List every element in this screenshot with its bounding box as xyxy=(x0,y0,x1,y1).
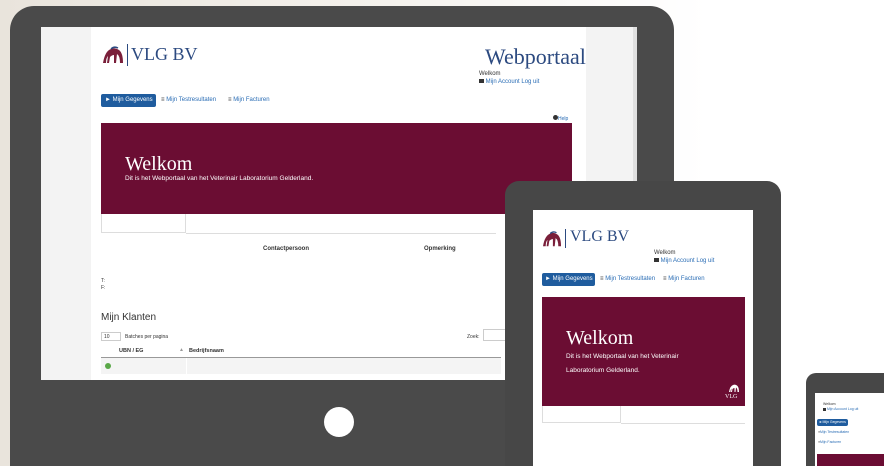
table-row xyxy=(101,358,501,374)
brand-name: VLG BV xyxy=(570,228,630,245)
hero-logo-mark: VLG xyxy=(725,383,743,403)
nav-label: Mijn Facturen xyxy=(233,97,270,103)
list-icon: ≡ xyxy=(600,276,604,282)
hero-text: Dit is het Webportaal van het Veterinair… xyxy=(125,175,314,182)
table-header xyxy=(101,345,501,358)
per-page-label: Batches per pagina xyxy=(125,334,169,340)
logout-link[interactable]: Log uit xyxy=(848,407,859,411)
expand-row-icon[interactable] xyxy=(105,363,111,369)
tag-icon: ► xyxy=(545,276,551,282)
hero-text-line2: Laboratorium Gelderland. xyxy=(566,367,640,374)
home-button[interactable] xyxy=(324,407,354,437)
nav-mijn-gegevens[interactable]: ► Mijn Gegevens xyxy=(101,94,156,107)
nav-mijn-facturen[interactable]: ≡ Mijn Facturen xyxy=(228,97,270,103)
sort-icon[interactable]: ▲ xyxy=(179,347,184,353)
hero-title: Welkom xyxy=(566,327,634,349)
welcome-hero: Welkom Dit is het Webportaal van het Vet… xyxy=(542,297,745,406)
invoice-icon: ≡ xyxy=(663,276,667,282)
nav-mijn-testresultaten[interactable]: ≡Mijn Testresultaten xyxy=(818,430,849,434)
brand-name: VLG BV xyxy=(131,44,198,64)
phone-label: T: xyxy=(101,278,105,284)
klanten-title: Mijn Klanten xyxy=(101,312,157,323)
row-cell-divider xyxy=(186,358,187,374)
welcome-hero: Welkom Dit is het Webportaal van het Vet… xyxy=(101,123,572,214)
welcome-hero xyxy=(817,454,884,466)
logout-link[interactable]: Log uit xyxy=(696,258,714,264)
tag-icon: ► xyxy=(105,97,111,103)
welcome-text: Welkom xyxy=(823,402,836,406)
user-icon xyxy=(479,79,484,84)
invoice-icon: ≡ xyxy=(228,97,232,103)
my-account-link[interactable]: Mijn Account xyxy=(486,79,520,85)
welcome-text: Welkom xyxy=(479,71,501,77)
nav-mijn-testresultaten[interactable]: ≡ Mijn Testresultaten xyxy=(161,97,216,103)
list-icon: ≡ xyxy=(161,97,165,103)
nav-mijn-facturen[interactable]: ≡ Mijn Facturen xyxy=(663,276,705,282)
nav-label: Mijn Facturen xyxy=(668,276,705,282)
welcome-text: Welkom xyxy=(654,250,676,256)
account-links: Mijn Account Log uit xyxy=(823,407,858,411)
col-bedrijfsnaam[interactable]: Bedrijfsnaam xyxy=(189,348,224,354)
hero-title: Welkom xyxy=(125,153,193,175)
nav-label: Mijn Facturen xyxy=(820,440,842,444)
tablet-device-screen: VLG BV Welkom Mijn Account Log uit ► Mij… xyxy=(533,210,753,466)
phone-device-screen: Welkom Mijn Account Log uit ►Mijn Gegeve… xyxy=(815,393,884,466)
page-size-select[interactable]: 10 xyxy=(101,332,121,341)
contact-box xyxy=(101,214,186,233)
nav-mijn-gegevens[interactable]: ► Mijn Gegevens xyxy=(542,273,595,286)
vlg-horse-mark-icon xyxy=(729,384,739,392)
page-title: Webportaal xyxy=(485,44,586,69)
my-account-link[interactable]: Mijn Account xyxy=(827,407,847,411)
vlg-horse-logo-icon xyxy=(543,231,561,247)
user-icon xyxy=(654,258,659,263)
nav-label: Mijn Gegevens xyxy=(552,276,593,282)
nav-mijn-facturen[interactable]: ≡Mijn Facturen xyxy=(818,440,841,444)
nav-label: Mijn Gegevens xyxy=(822,420,846,424)
my-account-link[interactable]: Mijn Account xyxy=(661,258,695,264)
contact-box-2 xyxy=(621,406,745,424)
vlg-horse-logo-icon xyxy=(103,46,123,63)
user-icon xyxy=(823,407,826,411)
nav-mijn-testresultaten[interactable]: ≡ Mijn Testresultaten xyxy=(600,276,655,282)
nav-label: Mijn Gegevens xyxy=(112,97,153,103)
contactpersoon-header: Contactpersoon xyxy=(263,246,310,252)
opmerking-header: Opmerking xyxy=(424,246,456,252)
help-link[interactable]: Help xyxy=(553,115,568,122)
contact-box xyxy=(542,406,621,423)
account-links: Mijn Account Log uit xyxy=(479,79,539,85)
hero-logo-text: VLG xyxy=(725,394,738,400)
nav-label: Mijn Testresultaten xyxy=(820,430,850,434)
hero-text-line1: Dit is het Webportaal van het Veterinair xyxy=(566,353,679,360)
page-size-value: 10 xyxy=(104,334,110,340)
contact-box-2 xyxy=(186,214,496,234)
fax-label: F: xyxy=(101,285,106,291)
nav-label: Mijn Testresultaten xyxy=(605,276,656,282)
logout-link[interactable]: Log uit xyxy=(521,79,539,85)
nav-label: Mijn Testresultaten xyxy=(166,97,217,103)
col-ubn[interactable]: UBN / EG xyxy=(119,348,143,354)
search-label: Zoek: xyxy=(467,334,480,340)
account-links: Mijn Account Log uit xyxy=(654,258,714,264)
nav-mijn-gegevens[interactable]: ►Mijn Gegevens xyxy=(817,419,848,426)
